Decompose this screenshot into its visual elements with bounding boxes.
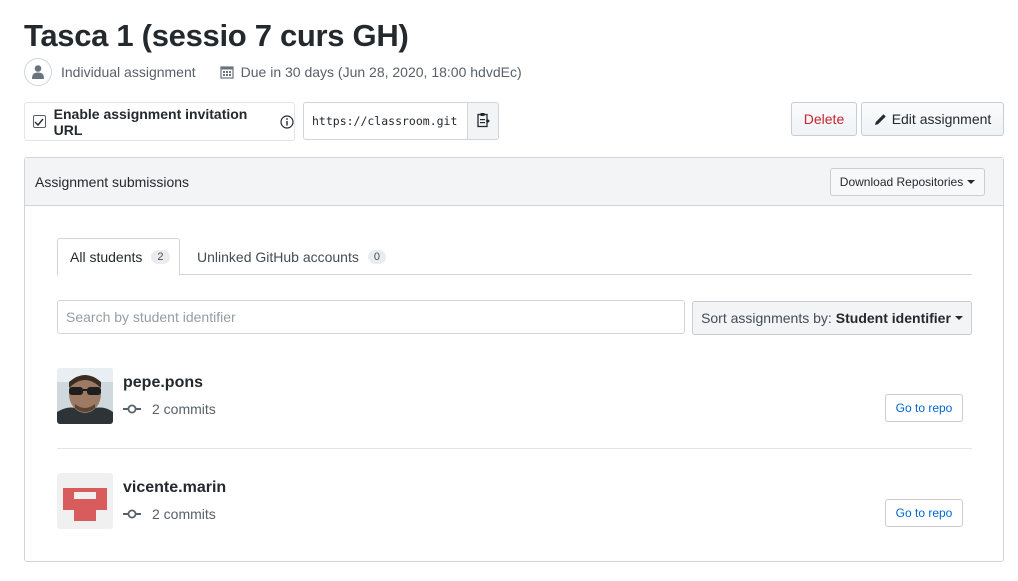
submissions-panel: Assignment submissions Download Reposito… [24,157,1004,562]
commit-count-label: 2 commits [152,506,216,522]
calendar-icon [220,65,234,79]
edit-assignment-button[interactable]: Edit assignment [861,102,1004,136]
tab-unlinked-accounts[interactable]: Unlinked GitHub accounts 0 [197,238,386,275]
git-commit-icon [123,509,141,519]
student-row: vicente.marin 2 commits Go to repo [57,473,972,529]
download-repositories-label: Download Repositories [839,175,964,189]
edit-assignment-label: Edit assignment [891,111,992,127]
tab-label: All students [70,249,143,265]
due-date: Due in 30 days (Jun 28, 2020, 18:00 hdvd… [240,64,522,80]
submissions-heading: Assignment submissions [35,173,190,190]
row-divider [57,448,972,449]
assignment-meta: Individual assignment Due in 30 days (Ju… [24,58,522,86]
caret-down-icon [954,316,963,320]
go-to-repo-button[interactable]: Go to repo [885,499,963,527]
student-username: pepe.pons [123,374,204,391]
go-to-repo-button[interactable]: Go to repo [885,394,963,422]
invitation-label: Enable assignment invitation URL [53,105,248,138]
student-avatar-photo [57,368,113,424]
caret-down-icon [967,180,976,184]
git-commit-icon [123,404,141,414]
invitation-toggle[interactable]: Enable assignment invitation URL [24,102,295,141]
student-tabs: All students 2 Unlinked GitHub accounts … [57,238,972,276]
delete-button[interactable]: Delete [791,102,857,136]
student-username: vicente.marin [123,479,227,496]
sort-value: Student identifier [835,310,951,326]
commit-count-label: 2 commits [152,401,216,417]
student-row: pepe.pons 2 commits Go to repo [57,368,972,424]
invitation-checkbox[interactable] [33,115,46,128]
tab-counter: 2 [151,250,170,264]
copy-url-button[interactable] [468,102,499,140]
sort-dropdown[interactable]: Sort assignments by: Student identifier [692,301,972,335]
info-icon[interactable] [280,114,294,129]
invitation-url-group: https://classroom.git [303,102,499,140]
clipboard-icon [476,112,490,131]
page-title: Tasca 1 (sessio 7 curs GH) [24,18,409,53]
student-avatar-identicon [57,473,113,529]
pencil-icon [874,113,887,126]
tab-all-students[interactable]: All students 2 [57,238,180,276]
tab-label: Unlinked GitHub accounts [197,248,359,265]
submissions-header: Assignment submissions Download Reposito… [25,158,1003,206]
commit-count: 2 commits [123,506,216,522]
invitation-url-field[interactable]: https://classroom.git [303,102,468,140]
assignment-type: Individual assignment [61,64,196,80]
download-repositories-button[interactable]: Download Repositories [830,168,985,196]
person-icon [24,58,52,86]
tab-counter: 0 [367,249,386,264]
sort-prefix: Sort assignments by: [701,310,832,326]
commit-count: 2 commits [123,401,216,417]
student-search-input[interactable]: Search by student identifier [57,300,685,334]
